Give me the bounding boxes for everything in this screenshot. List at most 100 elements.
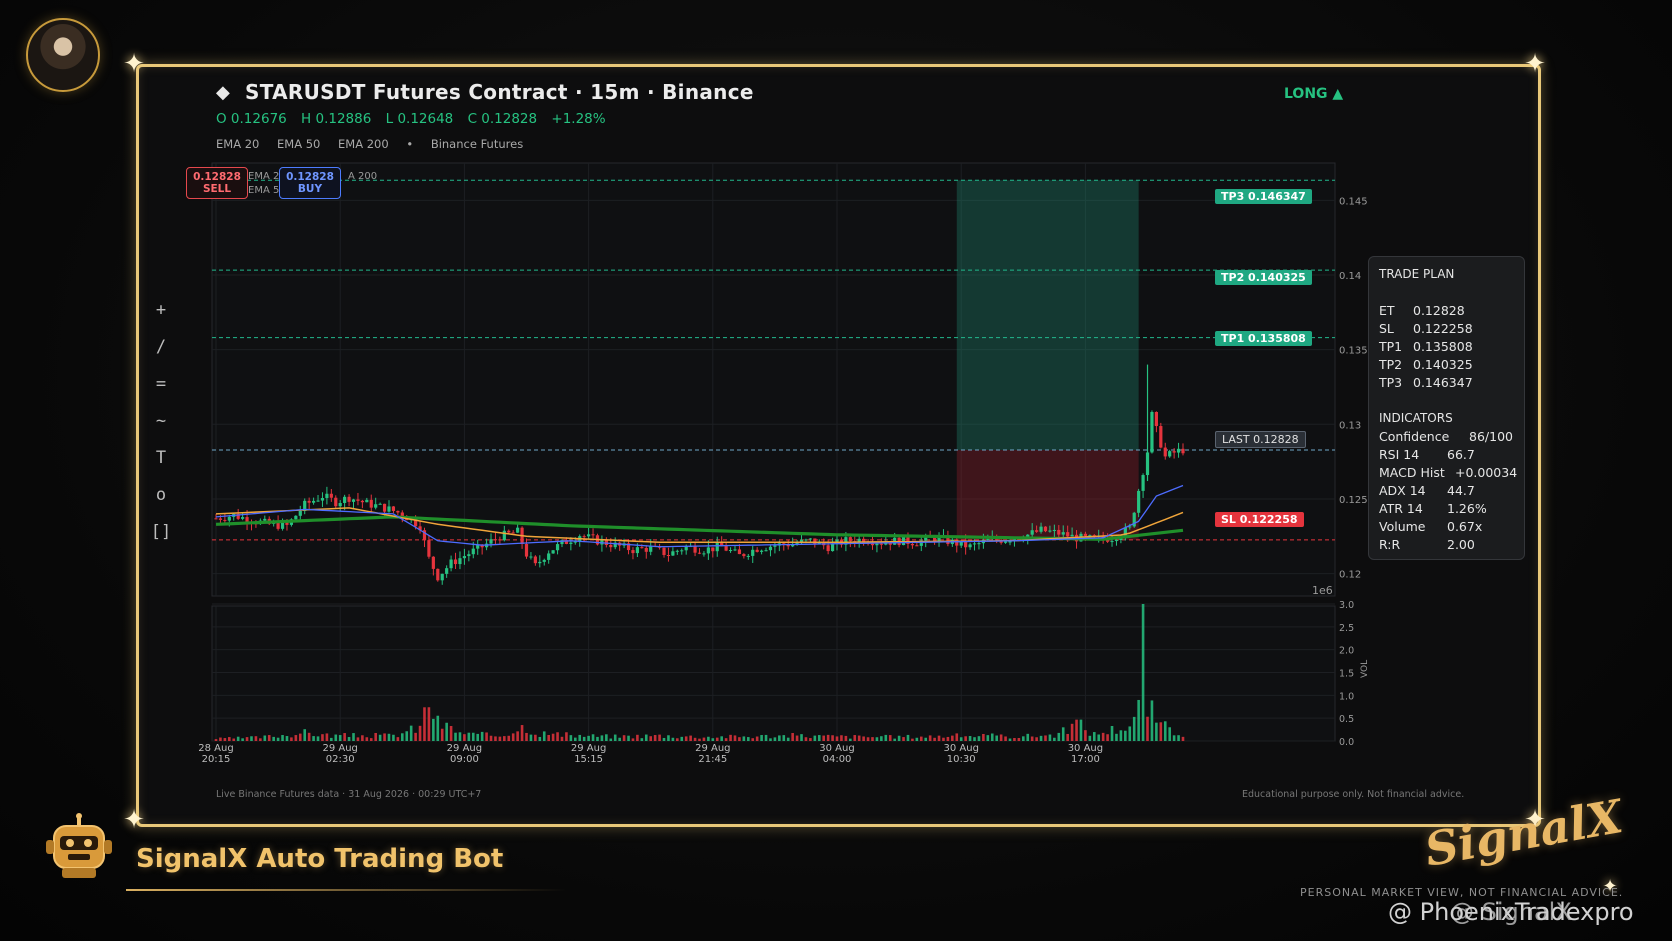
volume-bar	[897, 735, 901, 741]
volume-bar	[489, 735, 493, 741]
volume-bar	[356, 737, 360, 741]
candle-body	[1150, 411, 1154, 453]
candle-body	[316, 500, 320, 502]
volume-bar	[1057, 732, 1061, 741]
volume-bar	[999, 734, 1003, 741]
volume-bar	[396, 737, 400, 741]
candle-body	[1168, 451, 1172, 457]
volume-bar	[1128, 726, 1132, 741]
time-tick-label: 10:30	[947, 754, 976, 765]
candle-body	[813, 538, 817, 545]
volume-bar	[352, 733, 355, 741]
volume-bar	[245, 737, 249, 741]
volume-bar	[338, 735, 342, 741]
candle-body	[263, 518, 267, 521]
time-tick-label: 29 Aug	[447, 743, 482, 754]
volume-bar	[951, 735, 954, 741]
indicator-row: Volume 0.67x	[1379, 519, 1483, 534]
price-tick-label: 0.12	[1339, 570, 1361, 581]
volume-bar	[609, 738, 613, 741]
tp2-tag: TP2 0.140325	[1215, 270, 1312, 285]
volume-bar	[347, 737, 351, 741]
candle-body	[830, 543, 835, 552]
sell-button[interactable]: 0.12828 SELL	[186, 167, 248, 199]
time-tick-label: 29 Aug	[322, 743, 357, 754]
volume-tick-label: 0.5	[1339, 714, 1354, 725]
candle-body	[502, 530, 506, 541]
volume-bar	[720, 736, 723, 741]
volume-bar	[1106, 734, 1109, 741]
plan-row: TP2 0.140325	[1379, 357, 1473, 372]
price-tick-label: 0.13	[1339, 420, 1361, 431]
volume-bar	[600, 735, 604, 741]
volume-bar	[383, 733, 386, 741]
volume-bar	[378, 734, 382, 741]
risk-zone	[956, 449, 1139, 540]
volume-tick-label: 2.0	[1339, 646, 1354, 657]
volume-bar	[1088, 735, 1092, 741]
volume-bar	[298, 733, 302, 741]
candle-body	[728, 550, 733, 552]
candle-body	[382, 503, 387, 512]
volume-bar	[316, 736, 320, 741]
volume-bar	[724, 738, 728, 741]
candle-body	[1066, 532, 1070, 537]
volume-bar	[596, 736, 599, 741]
volume-bar	[321, 734, 324, 741]
volume-bar	[746, 737, 750, 741]
volume-bar	[1048, 734, 1052, 741]
candle-body	[351, 499, 356, 502]
volume-bar	[423, 707, 426, 741]
candle-body	[493, 539, 498, 541]
volume-bar	[755, 736, 759, 741]
candle-body	[1163, 447, 1167, 457]
candle-body	[1114, 539, 1119, 542]
candle-body	[542, 559, 546, 562]
time-tick-label: 17:00	[1071, 754, 1100, 765]
candle-body	[223, 519, 227, 521]
candle-body	[768, 546, 773, 551]
volume-bar	[1163, 721, 1167, 741]
candle-body	[875, 543, 879, 546]
candle-body	[343, 496, 347, 503]
candle-body	[218, 518, 223, 520]
candle-body	[804, 539, 808, 541]
candle-body	[436, 568, 440, 581]
volume-bar	[871, 737, 874, 741]
volume-bar	[259, 738, 262, 741]
volume-bar	[525, 732, 528, 741]
volume-bar	[764, 734, 768, 741]
volume-bar	[977, 736, 981, 741]
candle-body	[1176, 448, 1181, 453]
volume-bar	[551, 733, 555, 741]
candle-body	[569, 542, 573, 544]
volume-bar	[773, 737, 777, 741]
tp3-tag: TP3 0.146347	[1215, 189, 1312, 204]
volume-bar	[1132, 716, 1136, 741]
sl-tag: SL 0.122258	[1215, 512, 1304, 527]
volume-bar	[866, 737, 870, 741]
volume-bar	[560, 736, 564, 741]
volume-bar	[1168, 727, 1171, 741]
volume-bar	[494, 736, 497, 741]
volume-bar	[906, 734, 910, 741]
watermark-handle: @ SignalX	[1450, 898, 1572, 926]
candle-body	[737, 549, 742, 555]
candle-body	[742, 554, 746, 557]
volume-bar	[631, 738, 635, 741]
volume-bar	[330, 737, 333, 741]
volume-bar	[693, 737, 697, 741]
ghost-legend: EMA 2	[248, 171, 280, 182]
time-tick-label: 02:30	[326, 754, 355, 765]
volume-bar	[365, 737, 369, 741]
candle-body	[347, 496, 351, 502]
volume-bar	[432, 718, 435, 741]
candle-body	[462, 556, 467, 559]
buy-button[interactable]: 0.12828 BUY	[279, 167, 341, 199]
candle-body	[591, 534, 595, 536]
volume-bar	[813, 735, 817, 741]
candle-body	[972, 543, 977, 545]
volume-bar	[791, 733, 794, 741]
candle-body	[697, 552, 702, 554]
candle-body	[320, 498, 325, 501]
